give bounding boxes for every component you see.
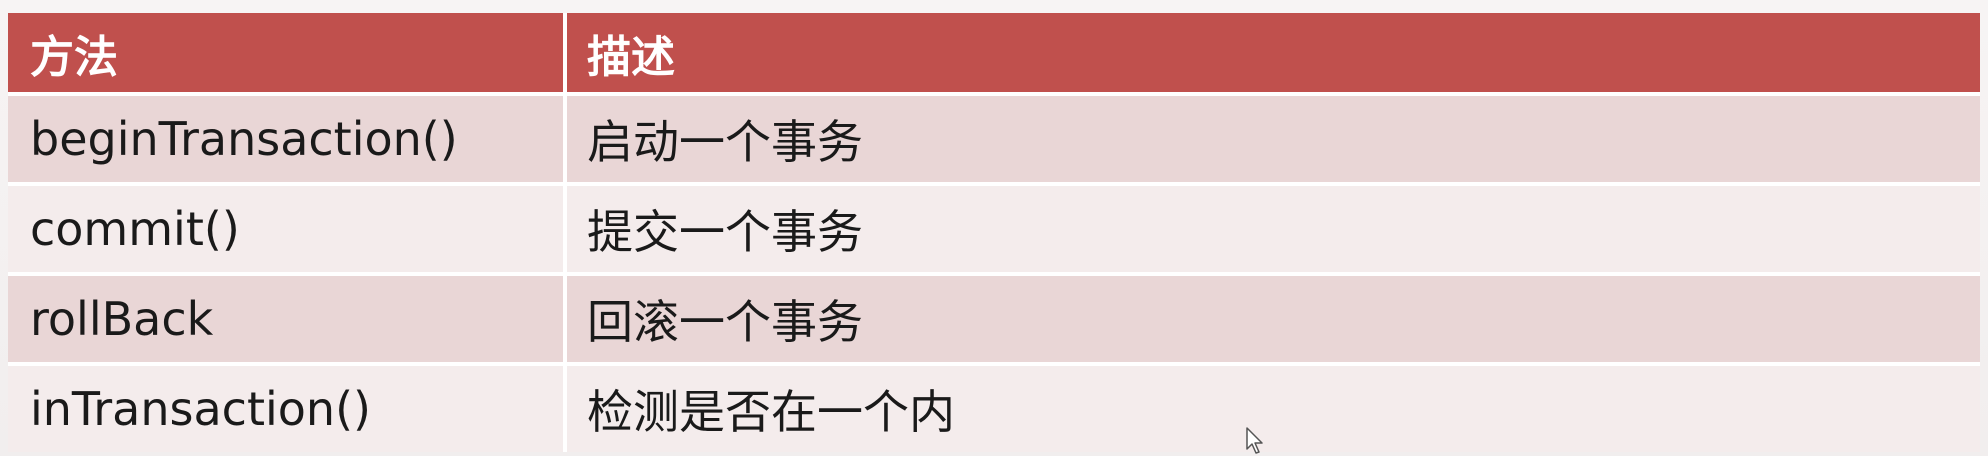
- method-cell: beginTransaction(): [8, 96, 563, 186]
- table-row: beginTransaction() 启动一个事务: [8, 96, 1980, 186]
- table-row: rollBack 回滚一个事务: [8, 276, 1980, 366]
- description-cell: 回滚一个事务: [563, 276, 1980, 366]
- slide: 方法 描述 beginTransaction() 启动一个事务 commit()…: [0, 0, 1988, 456]
- description-cell: 检测是否在一个内: [563, 366, 1980, 452]
- description-cell: 启动一个事务: [563, 96, 1980, 186]
- description-cell: 提交一个事务: [563, 186, 1980, 276]
- header-method: 方法: [8, 13, 563, 96]
- method-cell: inTransaction(): [8, 366, 563, 452]
- header-description: 描述: [563, 13, 1980, 96]
- table-row: commit() 提交一个事务: [8, 186, 1980, 276]
- method-cell: rollBack: [8, 276, 563, 366]
- table-header-row: 方法 描述: [8, 13, 1980, 96]
- mouse-pointer-icon: [1246, 427, 1263, 454]
- methods-table: 方法 描述 beginTransaction() 启动一个事务 commit()…: [8, 13, 1980, 452]
- method-cell: commit(): [8, 186, 563, 276]
- table-row: inTransaction() 检测是否在一个内: [8, 366, 1980, 452]
